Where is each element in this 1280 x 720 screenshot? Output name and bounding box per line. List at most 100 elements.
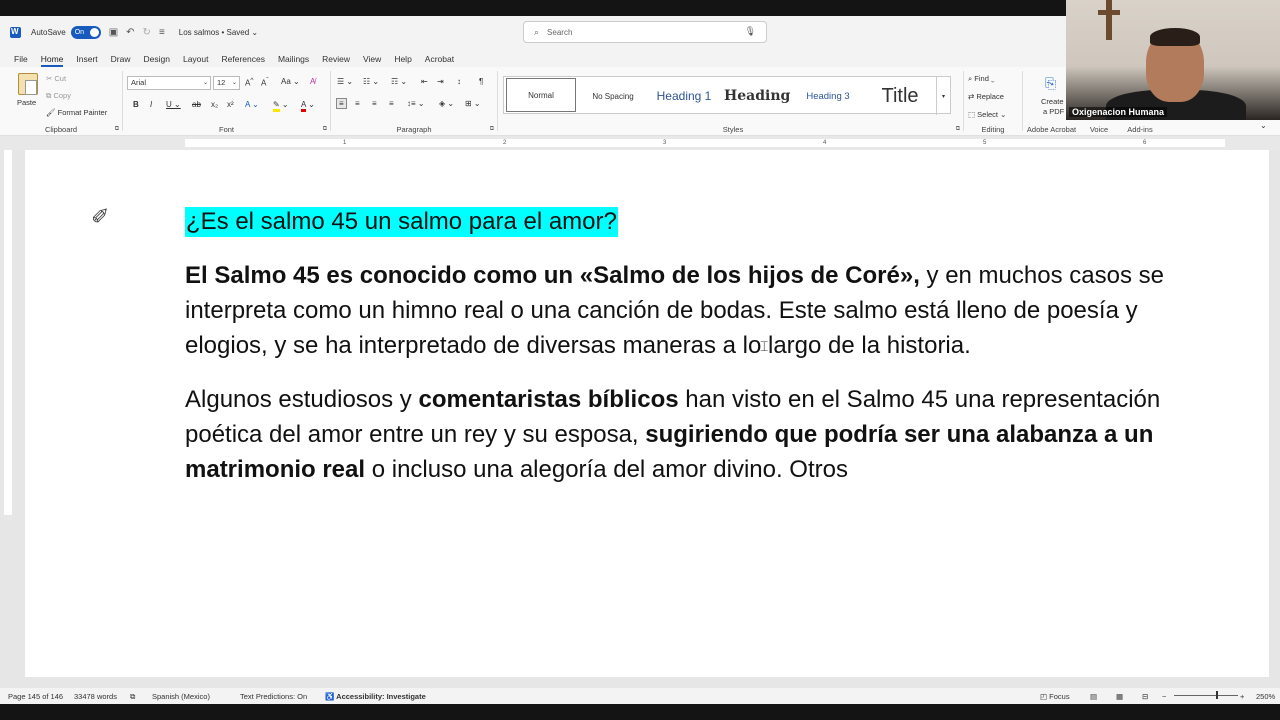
multilevel-list-icon[interactable]: ☶ ⌄ <box>391 77 407 86</box>
tab-layout[interactable]: Layout <box>183 54 209 67</box>
create-pdf-button[interactable]: Create <box>1041 97 1064 106</box>
align-right-icon[interactable]: ≡ <box>372 99 377 108</box>
autosave-label: AutoSave <box>31 27 66 37</box>
create-pdf-icon[interactable]: ⎘ <box>1045 75 1056 92</box>
font-size-select[interactable]: 12 ⌄ <box>213 76 240 90</box>
copy-button[interactable]: ⧉ Copy <box>46 91 71 101</box>
read-mode-icon[interactable]: ▤ <box>1090 692 1097 701</box>
search-input[interactable]: ⌕ Search 🎙 <box>523 21 767 43</box>
select-button[interactable]: ⬚ Select ⌄ <box>968 110 1006 119</box>
zoom-level[interactable]: 250% <box>1256 692 1275 701</box>
document-page[interactable]: ✐ ¿Es el salmo 45 un salmo para el amor?… <box>25 150 1269 677</box>
font-launcher-icon[interactable]: ⧉ <box>323 126 327 133</box>
shading-icon[interactable]: ◈ ⌄ <box>439 99 454 108</box>
page-count[interactable]: Page 145 of 146 <box>8 692 63 701</box>
paragraph-launcher-icon[interactable]: ⧉ <box>490 126 494 133</box>
change-case-icon[interactable]: Aa ⌄ <box>281 77 300 86</box>
numbering-icon[interactable]: ☷ ⌄ <box>363 77 379 86</box>
tab-references[interactable]: References <box>222 54 265 67</box>
highlight-icon[interactable]: ✎ ⌄ <box>273 100 289 112</box>
crucifix-icon <box>1098 0 1120 40</box>
superscript-button[interactable]: x² <box>227 100 234 109</box>
tab-draw[interactable]: Draw <box>111 54 131 67</box>
voice-label: Voice <box>1089 125 1109 134</box>
paragraph-1[interactable]: El Salmo 45 es conocido como un «Salmo d… <box>185 258 1225 363</box>
print-layout-icon[interactable]: ▦ <box>1116 692 1123 701</box>
document-title[interactable]: Los salmos • Saved ⌄ <box>179 28 258 37</box>
top-black-bar <box>0 0 1066 16</box>
increase-indent-icon[interactable]: ⇥ <box>437 77 444 86</box>
styles-launcher-icon[interactable]: ⧉ <box>956 126 960 133</box>
create-pdf-sublabel: a PDF <box>1043 107 1065 116</box>
find-button[interactable]: ⌕ Find ⌄ <box>968 74 995 84</box>
font-group: Arial ⌄ 12 ⌄ A^ Aˇ Aa ⌄ A̸ B I U ⌄ ab x₂ x… <box>123 67 330 136</box>
collapse-ribbon-icon[interactable]: ⌄ <box>1260 121 1267 130</box>
editing-label: Editing <box>981 125 1005 134</box>
tab-insert[interactable]: Insert <box>76 54 97 67</box>
sort-icon[interactable]: ↕ <box>457 77 461 86</box>
document-canvas: ✐ ¿Es el salmo 45 un salmo para el amor?… <box>0 150 1280 688</box>
paragraph-2[interactable]: Algunos estudiosos y comentaristas bíbli… <box>185 382 1225 487</box>
bullets-icon[interactable]: ☰ ⌄ <box>337 77 353 86</box>
webcam-person-hair <box>1150 28 1200 46</box>
customize-toolbar-icon[interactable]: ≡ <box>159 27 165 38</box>
zoom-out-icon[interactable]: − <box>1162 692 1166 701</box>
undo-icon[interactable]: ↶ <box>126 27 134 38</box>
web-layout-icon[interactable]: ⊟ <box>1142 692 1148 701</box>
format-painter-button[interactable]: 🖌 Format Painter <box>46 108 107 117</box>
tab-file[interactable]: File <box>14 54 28 67</box>
tab-mailings[interactable]: Mailings <box>278 54 309 67</box>
tab-design[interactable]: Design <box>144 54 170 67</box>
borders-icon[interactable]: ⊞ ⌄ <box>465 99 481 108</box>
highlighted-heading[interactable]: ¿Es el salmo 45 un salmo para el amor? <box>185 207 618 237</box>
tab-help[interactable]: Help <box>394 54 411 67</box>
clipboard-label: Clipboard <box>44 125 78 134</box>
subscript-button[interactable]: x₂ <box>211 100 218 109</box>
search-icon: ⌕ <box>534 26 540 37</box>
cut-button[interactable]: ✂ Cut <box>46 74 66 83</box>
align-center-icon[interactable]: ≡ <box>355 99 360 108</box>
tab-acrobat[interactable]: Acrobat <box>425 54 454 67</box>
replace-button[interactable]: ⇄ Replace <box>968 92 1004 101</box>
font-name-select[interactable]: Arial ⌄ <box>127 76 211 90</box>
line-spacing-icon[interactable]: ↕≡ ⌄ <box>407 99 425 108</box>
tab-view[interactable]: View <box>363 54 381 67</box>
shrink-font-icon[interactable]: Aˇ <box>261 77 269 88</box>
grow-font-icon[interactable]: A^ <box>245 77 253 88</box>
accessibility-status[interactable]: ♿ Accessibility: Investigate <box>325 692 426 701</box>
show-formatting-icon[interactable]: ¶ <box>479 77 483 86</box>
bold-button[interactable]: B <box>133 100 139 109</box>
justify-icon[interactable]: ≡ <box>389 99 394 108</box>
tab-home[interactable]: Home <box>40 54 64 67</box>
language-status[interactable]: Spanish (Mexico) <box>152 692 210 701</box>
ruler-track[interactable]: 1 2 3 4 5 6 <box>185 139 1225 147</box>
zoom-in-icon[interactable]: + <box>1240 692 1244 701</box>
proofing-icon[interactable]: ⧉ <box>130 692 135 702</box>
zoom-slider[interactable] <box>1174 695 1238 696</box>
focus-button[interactable]: ◰ Focus <box>1040 692 1070 701</box>
text-predictions-status[interactable]: Text Predictions: On <box>240 692 307 701</box>
clipboard-launcher-icon[interactable]: ⧉ <box>115 126 119 133</box>
word-count[interactable]: 33478 words <box>74 692 117 701</box>
paragraph-group: ☰ ⌄ ☷ ⌄ ☶ ⌄ ⇤ ⇥ ↕ ¶ ≡ ≡ ≡ ≡ ↕≡ ⌄ ◈ ⌄ ⊞ ⌄… <box>331 67 497 136</box>
text-effects-icon[interactable]: A ⌄ <box>245 100 259 109</box>
tab-review[interactable]: Review <box>322 54 350 67</box>
word-logo-icon <box>10 26 21 38</box>
autosave-toggle[interactable]: On <box>70 25 101 39</box>
paste-button[interactable]: Paste <box>17 98 36 107</box>
font-color-icon[interactable]: A ⌄ <box>301 100 315 112</box>
bottom-black-bar <box>0 704 1280 720</box>
clear-formatting-icon[interactable]: A̸ <box>310 77 315 86</box>
decrease-indent-icon[interactable]: ⇤ <box>421 77 428 86</box>
zoom-slider-handle[interactable] <box>1216 691 1218 699</box>
paste-icon[interactable] <box>18 73 38 95</box>
webcam-video: Oxigenacion Humana <box>1066 0 1280 120</box>
copilot-draft-icon[interactable]: ✐ <box>91 204 121 236</box>
microphone-icon[interactable]: 🎙 <box>745 26 756 37</box>
save-icon[interactable]: ▣ <box>109 27 118 38</box>
redo-icon[interactable]: ↻ <box>143 27 151 38</box>
strikethrough-button[interactable]: ab <box>192 100 201 109</box>
italic-button[interactable]: I <box>150 100 152 109</box>
underline-button[interactable]: U ⌄ <box>166 100 181 109</box>
align-left-icon[interactable]: ≡ <box>336 98 347 109</box>
